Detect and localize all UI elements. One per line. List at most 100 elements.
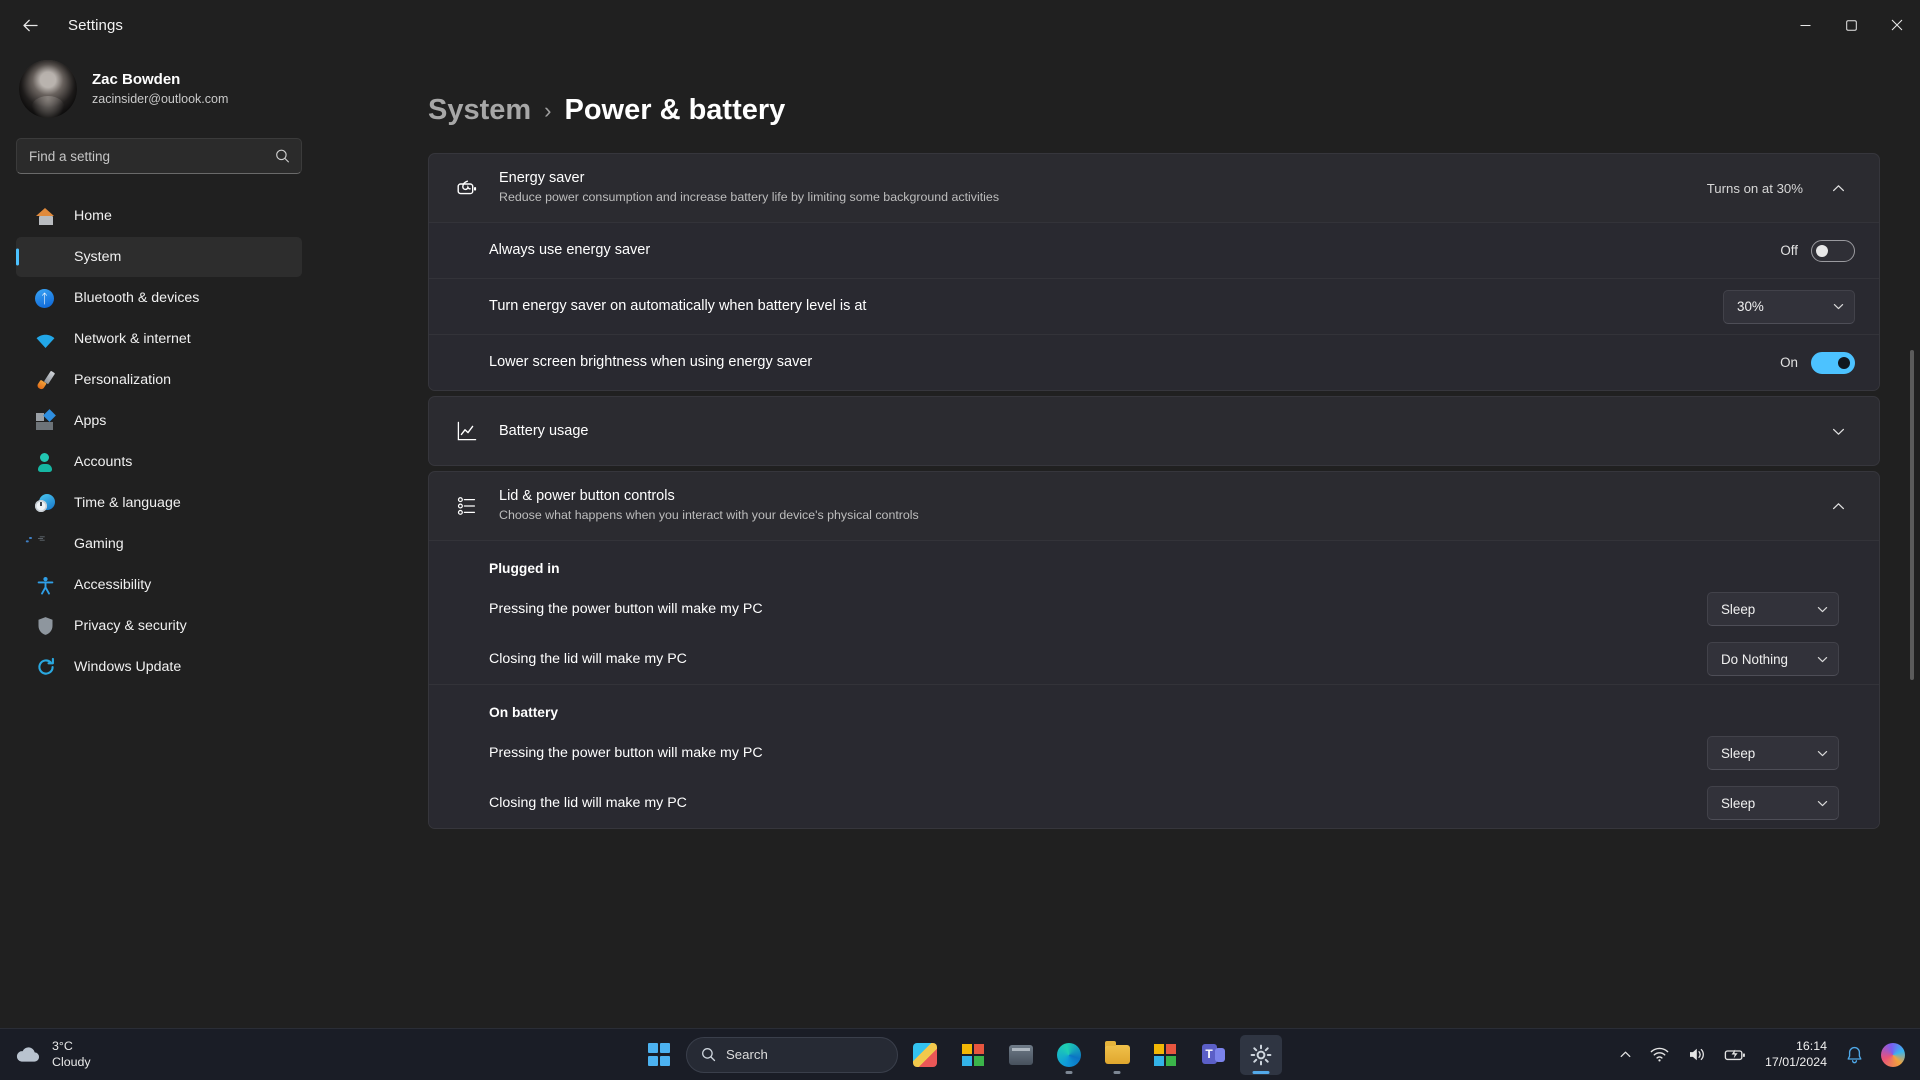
bluetooth-icon: ᛏ: [35, 288, 56, 309]
window-body: Zac Bowden zacinsider@outlook.com Find a…: [0, 50, 1920, 1028]
battery-level-threshold-dropdown[interactable]: 30%: [1723, 289, 1855, 324]
taskbar-search-button[interactable]: Search: [686, 1036, 898, 1073]
on-battery-lid-close-dropdown[interactable]: Sleep: [1707, 786, 1839, 820]
search-box[interactable]: [16, 138, 302, 174]
sidebar-item-personalization[interactable]: Personalization: [16, 360, 302, 400]
dropdown-value: 30%: [1737, 299, 1764, 314]
notification-center-button[interactable]: [1839, 1035, 1870, 1075]
tray-volume-button[interactable]: [1680, 1035, 1713, 1075]
sidebar-item-time-language[interactable]: Time & language: [16, 483, 302, 523]
breadcrumb-parent[interactable]: System: [428, 94, 531, 127]
sidebar-item-label: Network & internet: [74, 331, 191, 347]
lower-brightness-control: On: [1780, 351, 1855, 374]
task-view-icon: [1009, 1044, 1033, 1065]
lid-power-header[interactable]: Lid & power button controls Choose what …: [429, 472, 1879, 540]
sidebar-item-label: Accessibility: [74, 577, 152, 593]
settings-scroll-area: System › Power & battery Energy saver Re…: [320, 50, 1920, 1028]
paintbrush-icon: [35, 370, 56, 391]
weather-text: 3°C Cloudy: [52, 1039, 91, 1070]
sidebar-item-network-internet[interactable]: Network & internet: [16, 319, 302, 359]
taskbar-app-paint-3d[interactable]: [904, 1035, 946, 1075]
folder-icon: [1104, 1041, 1130, 1064]
back-button[interactable]: [10, 8, 50, 42]
vertical-scrollbar[interactable]: [1910, 230, 1914, 830]
scrollbar-thumb[interactable]: [1910, 350, 1914, 680]
tray-overflow-button[interactable]: [1612, 1035, 1639, 1075]
taskbar-weather-widget[interactable]: 3°C Cloudy: [0, 1039, 300, 1070]
chevron-up-icon: [1832, 502, 1844, 509]
sidebar-item-label: Bluetooth & devices: [74, 290, 200, 306]
account-block[interactable]: Zac Bowden zacinsider@outlook.com: [16, 50, 302, 138]
maximize-button[interactable]: [1828, 0, 1874, 50]
title-bar: Settings: [0, 0, 1920, 50]
battery-usage-text: Battery usage: [499, 422, 1807, 441]
on-battery-power-button-row: Pressing the power button will make my P…: [429, 728, 1879, 778]
sidebar-item-windows-update[interactable]: Windows Update: [16, 647, 302, 687]
sidebar-item-bluetooth-devices[interactable]: ᛏ Bluetooth & devices: [16, 278, 302, 318]
taskbar-app-microsoft-teams[interactable]: [1192, 1035, 1234, 1075]
chart-line-icon: [449, 419, 485, 443]
paint3d-icon: [913, 1042, 937, 1067]
energy-saver-title: Energy saver: [499, 169, 585, 186]
battery-usage-expand-toggle[interactable]: [1821, 414, 1855, 448]
taskbar-app-settings[interactable]: [1240, 1034, 1282, 1075]
lid-power-title: Lid & power button controls: [499, 487, 675, 504]
back-arrow-icon: [22, 19, 38, 31]
plugged-in-lid-close-dropdown[interactable]: Do Nothing: [1707, 642, 1839, 676]
taskbar-task-view[interactable]: [1000, 1035, 1042, 1075]
sidebar-nav: Home System ᛏ Bluetooth & devices Networ…: [16, 196, 302, 687]
taskbar-app-microsoft-edge[interactable]: [1048, 1035, 1090, 1075]
close-button[interactable]: [1874, 0, 1920, 50]
start-button[interactable]: [638, 1035, 680, 1075]
update-icon: [35, 657, 56, 678]
settings-window: Settings Zac Bowden zacinsider@outlook.c…: [0, 0, 1920, 1028]
taskbar-app-store-tiles[interactable]: [952, 1035, 994, 1075]
gear-icon: [1249, 1043, 1273, 1067]
sidebar-item-system[interactable]: System: [16, 237, 302, 277]
screen: Settings Zac Bowden zacinsider@outlook.c…: [0, 0, 1920, 1080]
plugged-in-heading: Plugged in: [429, 540, 1879, 584]
sidebar-item-privacy-security[interactable]: Privacy & security: [16, 606, 302, 646]
on-battery-heading: On battery: [429, 684, 1879, 728]
chevron-down-icon: [1816, 797, 1829, 810]
tray-battery-button[interactable]: [1717, 1035, 1753, 1075]
search-input[interactable]: [17, 148, 301, 164]
setting-text: Turn energy saver on automatically when …: [489, 297, 1709, 316]
energy-saver-icon: [449, 176, 485, 201]
plugged-in-power-button-row: Pressing the power button will make my P…: [429, 584, 1879, 634]
control-label: Closing the lid will make my PC: [489, 795, 687, 811]
on-battery-power-button-dropdown[interactable]: Sleep: [1707, 736, 1839, 770]
energy-saver-header[interactable]: Energy saver Reduce power consumption an…: [429, 154, 1879, 222]
battery-usage-header[interactable]: Battery usage: [429, 397, 1879, 465]
list-settings-icon: [449, 494, 485, 518]
always-use-energy-saver-toggle[interactable]: [1811, 239, 1855, 262]
energy-saver-expand-toggle[interactable]: [1821, 171, 1855, 205]
sidebar-item-accounts[interactable]: Accounts: [16, 442, 302, 482]
clock-time: 16:14: [1795, 1038, 1827, 1053]
account-text: Zac Bowden zacinsider@outlook.com: [92, 70, 228, 107]
taskbar-app-microsoft-store[interactable]: [1144, 1035, 1186, 1075]
sidebar-item-gaming[interactable]: Gaming: [16, 524, 302, 564]
on-battery-lid-close-row: Closing the lid will make my PC Sleep: [429, 778, 1879, 828]
sidebar-item-home[interactable]: Home: [16, 196, 302, 236]
plugged-in-power-button-dropdown[interactable]: Sleep: [1707, 592, 1839, 626]
taskbar-system-tray: 16:14 17/01/2024: [1612, 1035, 1912, 1075]
battery-usage-title: Battery usage: [499, 422, 589, 439]
battery-usage-card[interactable]: Battery usage: [428, 396, 1880, 466]
tray-network-button[interactable]: [1643, 1035, 1676, 1075]
sidebar-item-accessibility[interactable]: Accessibility: [16, 565, 302, 605]
sidebar-item-apps[interactable]: Apps: [16, 401, 302, 441]
control-label: Pressing the power button will make my P…: [489, 601, 763, 617]
minimize-icon: [1800, 24, 1810, 26]
weather-temperature: 3°C: [52, 1039, 73, 1053]
store-icon: [1154, 1043, 1176, 1066]
minimize-button[interactable]: [1782, 0, 1828, 50]
lid-power-expand-toggle[interactable]: [1821, 489, 1855, 523]
dropdown-value: Sleep: [1721, 795, 1756, 811]
sidebar-item-label: Privacy & security: [74, 618, 187, 634]
taskbar-clock[interactable]: 16:14 17/01/2024: [1757, 1039, 1835, 1071]
taskbar-app-file-explorer[interactable]: [1096, 1035, 1138, 1075]
lower-brightness-toggle[interactable]: [1811, 351, 1855, 374]
teams-icon: [1201, 1043, 1225, 1066]
copilot-button[interactable]: [1874, 1035, 1912, 1075]
